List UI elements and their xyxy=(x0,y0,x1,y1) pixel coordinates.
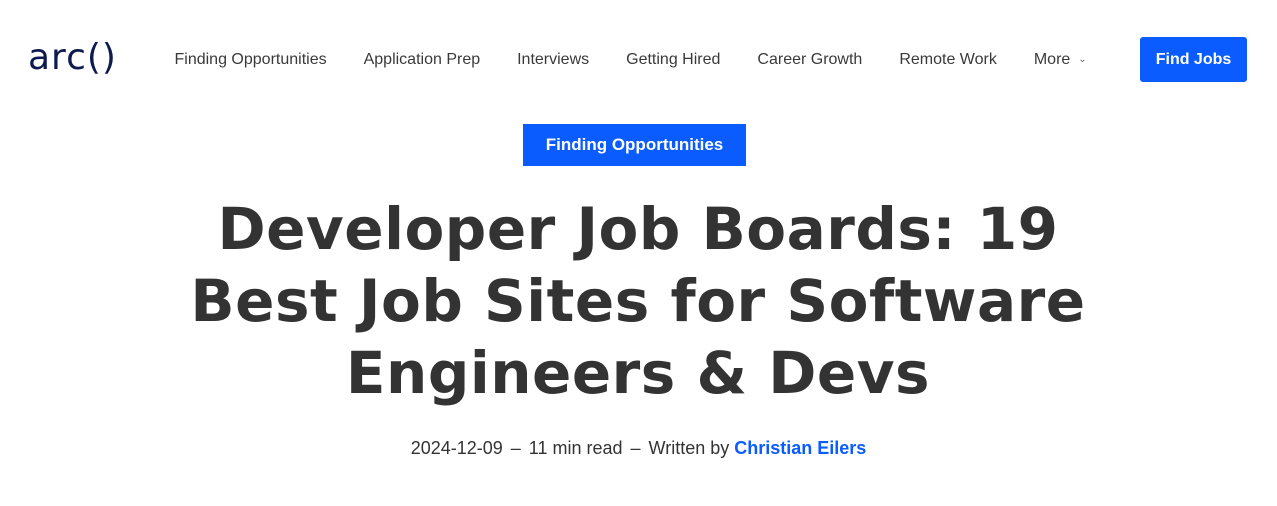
category-badge[interactable]: Finding Opportunities xyxy=(523,124,746,166)
article-meta: 2024-12-09–11 min read – Written by Christ… xyxy=(0,436,1277,460)
nav-item-finding-opportunities[interactable]: Finding Opportunities xyxy=(156,48,345,72)
written-by-label: Written by xyxy=(648,438,730,458)
arc-logo[interactable]: arc() xyxy=(28,38,117,78)
publish-date: 2024-12-09 xyxy=(410,438,503,458)
title-line-3: Engineers & Devs xyxy=(345,339,931,407)
find-jobs-button[interactable]: Find Jobs xyxy=(1140,37,1247,82)
meta-separator: – xyxy=(510,438,521,458)
article-title: Developer Job Boards: 19 Best Job Sites … xyxy=(138,193,1138,409)
main-nav: Finding Opportunities Application Prep I… xyxy=(156,48,1105,72)
meta-separator: – xyxy=(630,438,641,458)
nav-item-more[interactable]: More ⌄ xyxy=(1015,48,1105,72)
nav-item-application-prep[interactable]: Application Prep xyxy=(345,48,499,72)
chevron-down-icon: ⌄ xyxy=(1078,53,1087,65)
nav-more-label: More xyxy=(1033,51,1071,69)
site-header: arc() Finding Opportunities Application … xyxy=(0,0,1277,120)
read-time: 11 min read xyxy=(528,438,623,458)
author-link[interactable]: Christian Eilers xyxy=(734,438,866,458)
title-line-1: Developer Job Boards: 19 xyxy=(217,195,1059,263)
nav-item-career-growth[interactable]: Career Growth xyxy=(739,48,881,72)
nav-item-remote-work[interactable]: Remote Work xyxy=(881,48,1016,72)
nav-item-getting-hired[interactable]: Getting Hired xyxy=(608,48,739,72)
nav-item-interviews[interactable]: Interviews xyxy=(499,48,608,72)
title-line-2: Best Job Sites for Software xyxy=(190,267,1086,335)
